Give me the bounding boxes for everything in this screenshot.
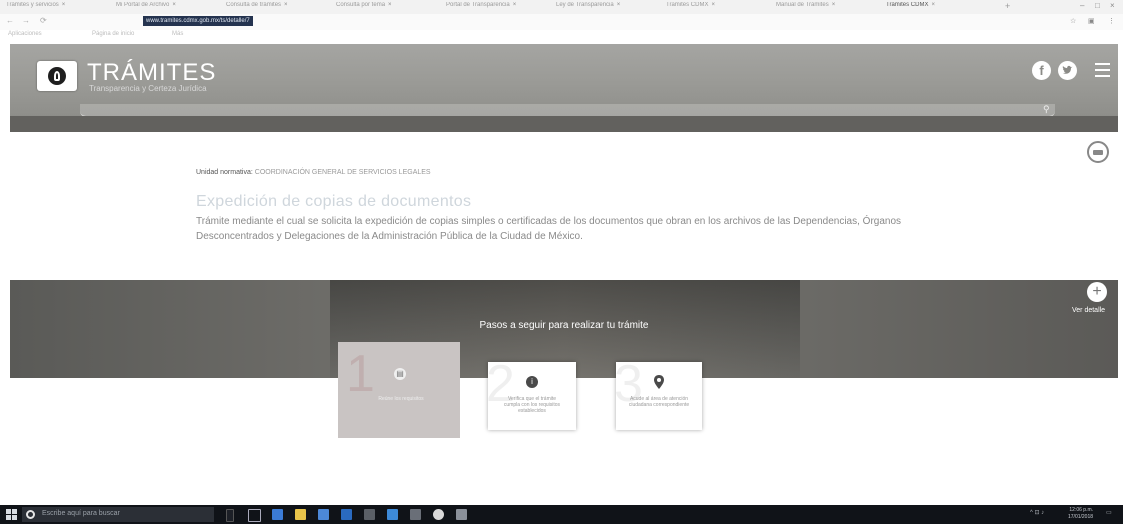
unit-value: COORDINACIÓN GENERAL DE SERVICIOS LEGALE… [254, 169, 431, 176]
browser-tab[interactable]: Mi Portal de Archivo × [116, 2, 216, 12]
address-bar: ← → ⟳ www.tramites.cdmx.gob.mx/ts/detall… [0, 14, 1123, 30]
reload-icon[interactable]: ⟳ [40, 16, 47, 25]
close-icon[interactable]: × [172, 2, 176, 8]
explorer-icon[interactable] [295, 509, 306, 520]
taskbar-clock[interactable]: 12:06 p.m. 17/01/2018 [1068, 507, 1093, 521]
facebook-icon[interactable]: f [1032, 61, 1051, 80]
bookmarks-bar: Aplicaciones Página de inicio Más [0, 30, 1123, 42]
search-icon[interactable]: ⚲ [1043, 104, 1050, 115]
forward-icon[interactable]: → [22, 16, 30, 25]
bookmark-item[interactable]: Aplicaciones [8, 31, 42, 37]
taskbar: Escribe aquí para buscar ^ ⊡ ♪ 12:06 p.m… [0, 505, 1123, 524]
star-icon[interactable]: ☆ [1070, 17, 1076, 25]
step-card-1[interactable]: 1 ▤ Reúne los requisitos [338, 342, 460, 438]
taskbar-search-input[interactable]: Escribe aquí para buscar [22, 507, 214, 522]
info-icon: i [526, 376, 538, 388]
photos-icon[interactable] [410, 509, 421, 520]
tab-label: Ley de Transparencia [556, 2, 614, 8]
close-icon[interactable]: × [832, 2, 836, 8]
browser-tab[interactable]: Tramites CDMX × [666, 2, 766, 12]
close-icon[interactable]: × [284, 2, 288, 8]
hamburger-menu-icon[interactable] [1095, 63, 1110, 77]
step-text: Verifica que el trámite cumpla con los r… [503, 396, 561, 414]
edge-icon[interactable] [272, 509, 283, 520]
cortana-icon [26, 510, 35, 519]
site-title: TRÁMITES [87, 59, 217, 86]
app-icon[interactable] [456, 509, 467, 520]
browser-tab[interactable]: Trámites y servicios × [6, 2, 106, 12]
twitter-icon[interactable] [1058, 61, 1077, 80]
browser-tab[interactable]: Ley de Transparencia × [556, 2, 656, 12]
mail-icon[interactable] [387, 509, 398, 520]
store-icon[interactable] [318, 509, 329, 520]
site-logo[interactable] [37, 61, 77, 91]
site-header: TRÁMITES Transparencia y Certeza Jurídic… [10, 44, 1118, 132]
step-card-3[interactable]: 3 Acude al área de atención ciudadana co… [614, 358, 702, 430]
logo-mark-icon [48, 67, 66, 85]
maximize-icon[interactable]: □ [1095, 1, 1100, 10]
notifications-icon[interactable]: ▭ [1106, 509, 1112, 516]
clock-date: 17/01/2018 [1068, 514, 1094, 520]
step-card-2[interactable]: 2 i Verifica que el trámite cumpla con l… [486, 358, 576, 430]
browser-tab[interactable]: Portal de Transparencia × [446, 2, 546, 12]
browser-menu-icon[interactable]: ⋮ [1108, 17, 1115, 25]
step-number: 1 [346, 345, 375, 403]
bookmark-item[interactable]: Página de inicio [92, 31, 134, 37]
chrome-icon[interactable] [433, 509, 444, 520]
step-text: Reúne los requisitos [378, 396, 424, 402]
window-close-icon[interactable]: × [1110, 1, 1115, 10]
browser-tab[interactable]: Consulta por tema × [336, 2, 436, 12]
windows-start-icon[interactable] [6, 509, 17, 520]
close-icon[interactable]: × [388, 2, 392, 8]
new-tab-icon[interactable]: + [1005, 1, 1010, 11]
print-icon[interactable] [1087, 141, 1109, 163]
close-icon[interactable]: × [617, 2, 621, 8]
page-title: Expedición de copias de documentos [196, 193, 472, 210]
tab-label: Consulta por tema [336, 2, 386, 8]
close-icon[interactable]: × [711, 2, 715, 8]
bookmark-item[interactable]: Más [172, 31, 183, 37]
procedure-description: Trámite mediante el cual se solicita la … [196, 216, 902, 242]
location-pin-icon [653, 375, 665, 394]
browser-tab-strip: Trámites y servicios × Mi Portal de Archi… [0, 0, 1123, 14]
back-icon[interactable]: ← [6, 16, 14, 25]
tab-label: Tramites CDMX [666, 2, 709, 8]
tab-label: Consulta de trámites [226, 2, 282, 8]
url-field[interactable]: www.tramites.cdmx.gob.mx/ts/detalle/7 [143, 16, 253, 26]
browser-tab[interactable]: Consulta de trámites × [226, 2, 326, 12]
mic-icon[interactable] [226, 509, 234, 522]
step-text: Acude al área de atención ciudadana corr… [628, 396, 690, 408]
unit-label: Unidad normativa: [196, 169, 253, 176]
close-icon[interactable]: × [513, 2, 517, 8]
close-icon[interactable]: × [62, 2, 66, 8]
tab-label: Trámites y servicios [6, 2, 59, 8]
tab-label: Manual de Trámites [776, 2, 829, 8]
plus-icon[interactable]: + [1087, 282, 1107, 302]
close-icon[interactable]: × [931, 2, 935, 8]
steps-heading: Pasos a seguir para realizar tu trámite [479, 320, 649, 331]
minimize-icon[interactable]: – [1080, 1, 1084, 10]
taskbar-search-placeholder: Escribe aquí para buscar [42, 510, 120, 517]
view-detail-link[interactable]: Ver detalle [1072, 307, 1105, 314]
browser-tab-active[interactable]: Trámites CDMX × [886, 2, 986, 12]
extension-icon[interactable]: ▣ [1088, 17, 1095, 25]
browser-tab[interactable]: Manual de Trámites × [776, 2, 876, 12]
normative-unit: Unidad normativa: COORDINACIÓN GENERAL D… [196, 169, 431, 176]
clock-time: 12:06 p.m. [1069, 507, 1094, 513]
system-tray[interactable]: ^ ⊡ ♪ [1030, 509, 1044, 516]
header-band [10, 116, 1118, 132]
outlook-icon[interactable] [341, 509, 352, 520]
tab-label: Portal de Transparencia [446, 2, 510, 8]
tab-label: Trámites CDMX [886, 2, 929, 8]
calendar-icon[interactable] [364, 509, 375, 520]
document-icon: ▤ [394, 368, 406, 380]
site-subtitle: Transparencia y Certeza Jurídica [89, 84, 207, 93]
task-view-icon[interactable] [248, 509, 261, 522]
tab-label: Mi Portal de Archivo [116, 2, 170, 8]
